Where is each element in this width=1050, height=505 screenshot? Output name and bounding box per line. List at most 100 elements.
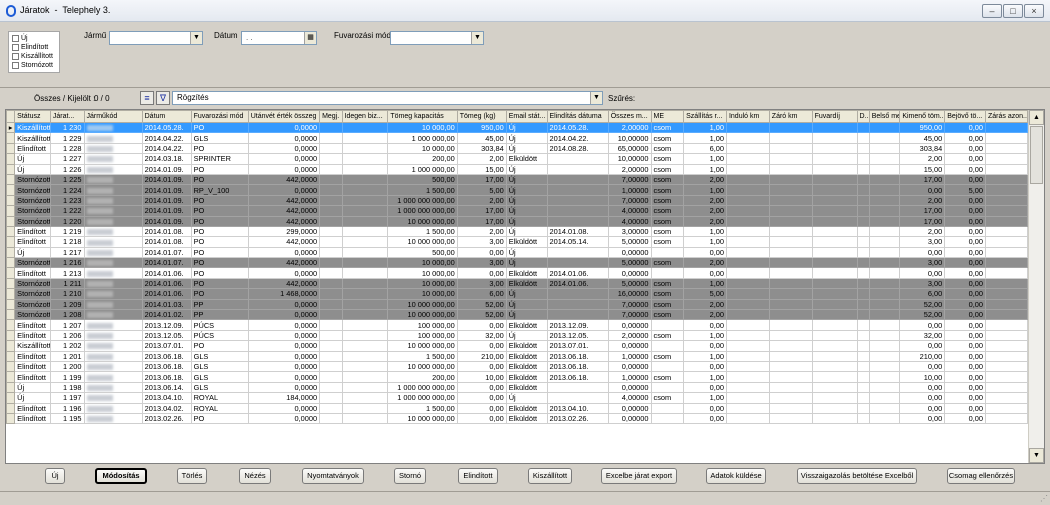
table-row[interactable]: Stornózott 1 225 2014.01.09. PO 442,0000 500,…: [6, 173, 1028, 186]
column-header[interactable]: Idegen biz...: [341, 110, 389, 123]
column-header[interactable]: Kimenő töm...: [899, 110, 946, 123]
column-header[interactable]: ME: [650, 110, 685, 123]
row-indicator[interactable]: [6, 309, 16, 321]
row-indicator[interactable]: [6, 153, 16, 165]
table-row[interactable]: Stornózott 1 223 2014.01.09. PO 442,0000 1 00…: [6, 194, 1028, 207]
resize-grip-icon[interactable]: ⋰: [1040, 494, 1048, 503]
checkbox[interactable]: [12, 44, 19, 51]
column-header[interactable]: Dátum: [141, 110, 192, 123]
adatok-kuldese-button[interactable]: Adatok küldése: [706, 468, 766, 484]
rogzites-dropdown[interactable]: Rögzítés ▼: [172, 91, 603, 105]
jarmu-dropdown[interactable]: ▼: [109, 31, 203, 45]
column-header[interactable]: Email stát...: [505, 110, 548, 123]
table-row[interactable]: Stornózott 1 222 2014.01.09. PO 442,0000 1 00…: [6, 205, 1028, 217]
column-header[interactable]: Bejövő tö...: [944, 110, 986, 123]
calendar-icon[interactable]: ▦: [304, 32, 316, 44]
table-row[interactable]: Stornózott 1 216 2014.01.07. PO 442,0000 10 0…: [6, 257, 1028, 269]
column-header[interactable]: Fuvardíj: [811, 110, 858, 123]
row-indicator[interactable]: [6, 246, 16, 259]
table-row[interactable]: Új 1 198 2013.06.14. GLS 0,0000 1 000 000 000…: [6, 381, 1028, 394]
filter-icon[interactable]: ∇: [156, 91, 170, 105]
column-header[interactable]: Összes m...: [607, 110, 652, 123]
column-header[interactable]: Státusz: [14, 110, 51, 123]
uj-button[interactable]: Új: [45, 468, 65, 484]
chevron-down-icon[interactable]: ▼: [471, 32, 483, 44]
scroll-up-icon[interactable]: ▲: [1029, 110, 1044, 125]
maximize-icon[interactable]: □: [1003, 4, 1023, 18]
chevron-down-icon[interactable]: ▼: [190, 32, 202, 44]
table-row[interactable]: Elindított 1 206 2013.12.05. PÚCS 0,0000 100 …: [6, 329, 1028, 342]
table-row[interactable]: Elindított 1 207 2013.12.09. PÚCS 0,0000 100 …: [6, 319, 1028, 331]
table-row[interactable]: Új 1 197 2013.04.10. ROYAL 184,0000 1 000 000…: [6, 392, 1028, 404]
column-header[interactable]: Járat...: [49, 110, 85, 123]
table-row[interactable]: Elindított 1 200 2013.06.18. GLS 0,0000 10 00…: [6, 360, 1028, 373]
fuvarozasi-mod-dropdown[interactable]: ▼: [390, 31, 484, 45]
column-header[interactable]: Záró km: [768, 110, 813, 123]
row-indicator[interactable]: [6, 205, 16, 217]
column-header[interactable]: Utánvét érték összeg: [247, 110, 321, 123]
row-indicator[interactable]: [6, 371, 16, 383]
modositas-button[interactable]: Módosítás: [95, 468, 147, 484]
table-row[interactable]: Elindított 1 196 2013.04.02. ROYAL 0,0000 1 5…: [6, 402, 1028, 414]
column-header[interactable]: Induló km: [725, 110, 770, 123]
column-header[interactable]: Fuvarozási mód: [190, 110, 249, 123]
row-indicator[interactable]: [6, 257, 16, 269]
kiszallitott-button[interactable]: Kiszállított: [528, 468, 572, 484]
table-row[interactable]: Kiszállított 1 202 2013.07.01. PO 0,0000 10 0…: [6, 340, 1028, 352]
row-indicator[interactable]: [6, 329, 16, 342]
column-header[interactable]: Tömeg (kg): [456, 110, 507, 123]
table-row[interactable]: Új 1 226 2014.01.09. PO 0,0000 1 000 000,00 15…: [6, 163, 1028, 175]
storno-button[interactable]: Stornó: [394, 468, 426, 484]
status-filter-elinditott[interactable]: Elindított: [12, 43, 56, 52]
row-indicator[interactable]: [6, 381, 16, 394]
column-header[interactable]: Szállítás r...: [683, 110, 727, 123]
table-row[interactable]: ▸ Kiszállított 1 230 2014.05.28. PO 0,0000 10 …: [6, 121, 1028, 134]
column-header[interactable]: Elindítás dátuma: [546, 110, 609, 123]
checkbox[interactable]: [12, 53, 19, 60]
table-row[interactable]: Elindított 1 213 2014.01.06. PO 0,0000 10 000…: [6, 267, 1028, 279]
excel-export-button[interactable]: Excelbe járat export: [601, 468, 677, 484]
row-indicator[interactable]: [6, 132, 16, 144]
checkbox[interactable]: [12, 35, 19, 42]
table-row[interactable]: Stornózott 1 208 2014.01.02. PP 0,0000 10 000…: [6, 309, 1028, 321]
table-row[interactable]: Stornózott 1 209 2014.01.03. PP 0,0000 10 000…: [6, 298, 1028, 311]
row-indicator[interactable]: [6, 173, 16, 186]
column-header[interactable]: Tömeg kapacitás: [387, 110, 458, 123]
table-row[interactable]: Elindított 1 228 2014.04.22. PO 0,0000 10 000…: [6, 142, 1028, 155]
table-row[interactable]: Stornózott 1 210 2014.01.06. PO 1 468,0000 10…: [6, 288, 1028, 300]
table-row[interactable]: Elindított 1 219 2014.01.08. PO 299,0000 1 50…: [6, 225, 1028, 238]
datum-field[interactable]: . . ▦: [241, 31, 317, 45]
table-row[interactable]: Stornózott 1 224 2014.01.09. RP_V_100 0,0000…: [6, 184, 1028, 196]
row-indicator[interactable]: [6, 225, 16, 238]
row-indicator[interactable]: [6, 194, 16, 207]
row-indicator[interactable]: [6, 277, 16, 290]
status-filter-kiszallitott[interactable]: Kiszállított: [12, 52, 56, 61]
row-indicator[interactable]: [6, 288, 16, 300]
close-icon[interactable]: ×: [1024, 4, 1044, 18]
column-header[interactable]: D...: [856, 110, 870, 123]
table-row[interactable]: Kiszállított 1 229 2014.04.22. GLS 0,0000 1 0…: [6, 132, 1028, 144]
csomag-ellenorzes-button[interactable]: Csomag ellenőrzés: [947, 468, 1015, 484]
table-row[interactable]: Stornózott 1 220 2014.01.09. PO 442,0000 10 0…: [6, 215, 1028, 227]
table-row[interactable]: Elindított 1 195 2013.02.26. PO 0,0000 10 000…: [6, 412, 1028, 425]
row-indicator[interactable]: [6, 402, 16, 414]
column-header[interactable]: Megj.: [319, 110, 343, 123]
jaratok-grid[interactable]: Státusz Járat... Járműkód Dátum Fuvarozá…: [5, 109, 1045, 464]
row-indicator[interactable]: [6, 236, 16, 248]
row-indicator[interactable]: [6, 184, 16, 196]
row-indicator[interactable]: [6, 163, 16, 175]
table-row[interactable]: Új 1 227 2014.03.18. SPRINTER 0,0000 200,00 2,…: [6, 153, 1028, 165]
row-indicator[interactable]: [6, 298, 16, 311]
row-indicator[interactable]: [6, 350, 16, 363]
vertical-scrollbar[interactable]: ▲ ▼: [1028, 110, 1044, 463]
torles-button[interactable]: Törlés: [177, 468, 207, 484]
visszaigazolas-betoltese-button[interactable]: Visszaigazolás betöltése Excelből: [797, 468, 917, 484]
row-indicator[interactable]: [6, 340, 16, 352]
checkbox[interactable]: [12, 62, 19, 69]
chevron-down-icon[interactable]: ▼: [590, 92, 602, 104]
row-indicator[interactable]: [6, 412, 16, 425]
list-view-icon[interactable]: ≡: [140, 91, 154, 105]
elinditott-button[interactable]: Elindított: [458, 468, 498, 484]
column-header[interactable]: Járműkód: [83, 110, 143, 123]
status-filter-stornozott[interactable]: Stornózott: [12, 61, 56, 70]
